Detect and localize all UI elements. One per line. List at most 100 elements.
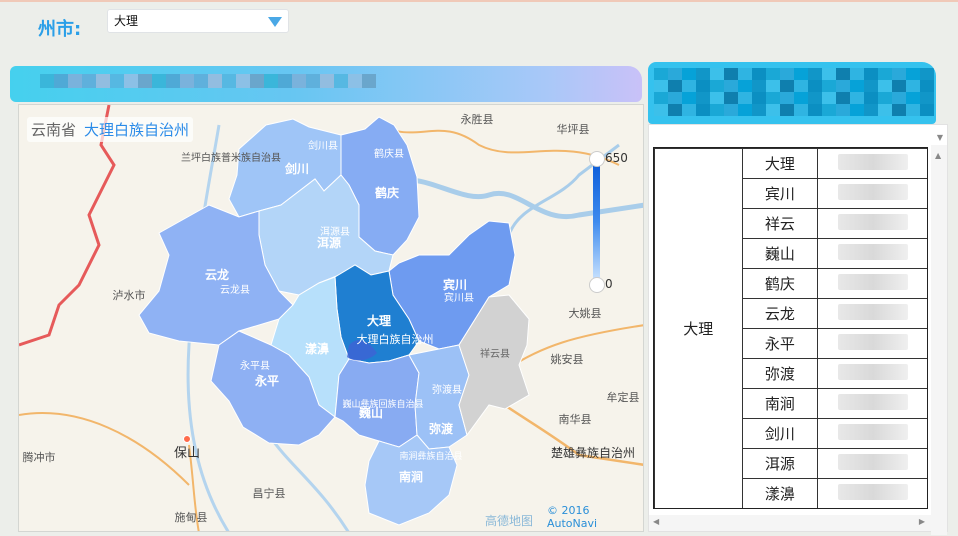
pixel-block	[920, 68, 934, 80]
blurred-value	[838, 363, 909, 380]
breadcrumb-prefecture[interactable]: 大理白族自治州	[84, 121, 189, 139]
value-cell	[817, 208, 927, 239]
pixel-block	[264, 74, 278, 88]
region-label-yunlong: 云龙	[205, 267, 229, 282]
pixel-block	[780, 80, 794, 92]
county-cell: 南涧	[741, 388, 819, 419]
pixel-block	[752, 68, 766, 80]
pixelated-header	[654, 68, 934, 116]
pixel-block	[682, 104, 696, 116]
value-cell	[817, 388, 927, 419]
pixel-block	[236, 74, 250, 88]
pixel-block	[878, 80, 892, 92]
pixel-block	[682, 92, 696, 104]
value-cell	[817, 418, 927, 449]
pixel-block	[780, 68, 794, 80]
legend-color-bar	[593, 159, 600, 283]
pixel-block	[668, 92, 682, 104]
pixel-block	[710, 68, 724, 80]
base-label-nanjian-county: 南涧彝族自治县	[399, 450, 462, 462]
legend-min-handle[interactable]	[589, 277, 605, 293]
pixel-block	[710, 92, 724, 104]
pixel-block	[906, 104, 920, 116]
chevron-down-icon[interactable]	[268, 17, 282, 27]
pixel-block	[864, 92, 878, 104]
county-cell: 大理	[741, 148, 819, 179]
base-label-dayao: 大姚县	[569, 306, 602, 320]
city-cell: 大理	[654, 148, 743, 508]
pixel-block	[40, 74, 54, 88]
pixel-block	[836, 104, 850, 116]
base-label-mouding: 牟定县	[607, 390, 640, 404]
city-select-value: 大理	[114, 14, 139, 28]
base-label-tengchong: 腾冲市	[23, 450, 56, 464]
pixel-block	[780, 104, 794, 116]
pixel-block	[668, 80, 682, 92]
pixel-block	[738, 68, 752, 80]
horizontal-scrollbar[interactable]: ◀ ▶	[649, 515, 947, 531]
pixel-block	[654, 80, 668, 92]
scroll-up-icon[interactable]: ▲	[935, 151, 941, 160]
pixel-block	[808, 92, 822, 104]
map-view[interactable]: 剑川 鹤庆 洱源 云龙 宾川 大理 漾濞 永平 巍山 弥渡 南涧 永胜县 华坪县…	[18, 104, 644, 532]
pixel-block	[766, 104, 780, 116]
base-label-xiangyun-county: 祥云县	[480, 347, 510, 360]
top-border	[0, 0, 958, 2]
county-cell: 洱源	[741, 448, 819, 479]
map-copyright: © 2016 AutoNavi	[547, 504, 598, 530]
base-label-shidian: 施甸县	[175, 511, 208, 524]
scroll-right-icon[interactable]: ▶	[919, 517, 925, 526]
pixel-block	[822, 92, 836, 104]
pixel-block	[250, 74, 264, 88]
value-cell	[817, 298, 927, 329]
base-label-jianchuan-county: 剑川县	[308, 139, 338, 152]
county-cell: 祥云	[741, 208, 819, 239]
map-breadcrumb: 云南省 大理白族自治州	[27, 117, 194, 142]
pixel-block	[334, 74, 348, 88]
pixel-block	[920, 92, 934, 104]
base-label-weishan-county: 巍山彝族回族自治县	[342, 398, 423, 410]
pixel-block	[96, 74, 110, 88]
pixel-block	[222, 74, 236, 88]
map-panel-header	[10, 66, 642, 102]
pixel-block	[920, 104, 934, 116]
pixel-block	[82, 74, 96, 88]
pixel-block	[850, 92, 864, 104]
base-label-yaoan: 姚安县	[551, 352, 584, 366]
pixel-block	[864, 80, 878, 92]
breadcrumb-province[interactable]: 云南省	[31, 121, 76, 139]
scroll-left-icon[interactable]: ◀	[653, 517, 659, 526]
autonavi-logo: 高德地图	[485, 514, 534, 528]
vertical-scrollbar[interactable]: ▲ ▼	[931, 145, 947, 535]
base-label-yongping-county: 永平县	[240, 359, 270, 372]
county-table: 大理 大理 宾川 祥云 巍山 鹤庆 云龙 永平 弥渡 南涧 剑川 洱源 漾濞	[654, 148, 927, 508]
base-label-yongsheng: 永胜县	[461, 112, 494, 126]
legend-min-label: 0	[605, 277, 613, 291]
blurred-value	[838, 213, 909, 230]
city-select[interactable]: 大理	[107, 9, 289, 33]
region-label-midu: 弥渡	[429, 421, 454, 436]
region-label-yangbi: 漾濞	[305, 341, 329, 356]
pixel-block	[878, 104, 892, 116]
pixel-block	[794, 104, 808, 116]
pixel-block	[892, 92, 906, 104]
region-label-binchuan: 宾川	[443, 277, 467, 292]
pixelated-title	[40, 74, 376, 88]
pixel-block	[682, 68, 696, 80]
pixel-block	[696, 92, 710, 104]
base-label-eryuan-county: 洱源县	[320, 225, 350, 238]
value-cell	[817, 328, 927, 359]
pixel-block	[654, 92, 668, 104]
header-scroll-down-icon[interactable]: ▼	[937, 133, 943, 142]
pixel-block	[152, 74, 166, 88]
pixel-block	[794, 80, 808, 92]
pixel-block	[682, 80, 696, 92]
map-canvas[interactable]: 剑川 鹤庆 洱源 云龙 宾川 大理 漾濞 永平 巍山 弥渡 南涧 永胜县 华坪县…	[19, 105, 644, 532]
value-cell	[817, 148, 927, 179]
pixel-block	[808, 68, 822, 80]
pixel-block	[208, 74, 222, 88]
pixel-block	[696, 68, 710, 80]
legend-max-handle[interactable]	[589, 151, 605, 167]
county-cell: 弥渡	[741, 358, 819, 389]
pixel-block	[110, 74, 124, 88]
